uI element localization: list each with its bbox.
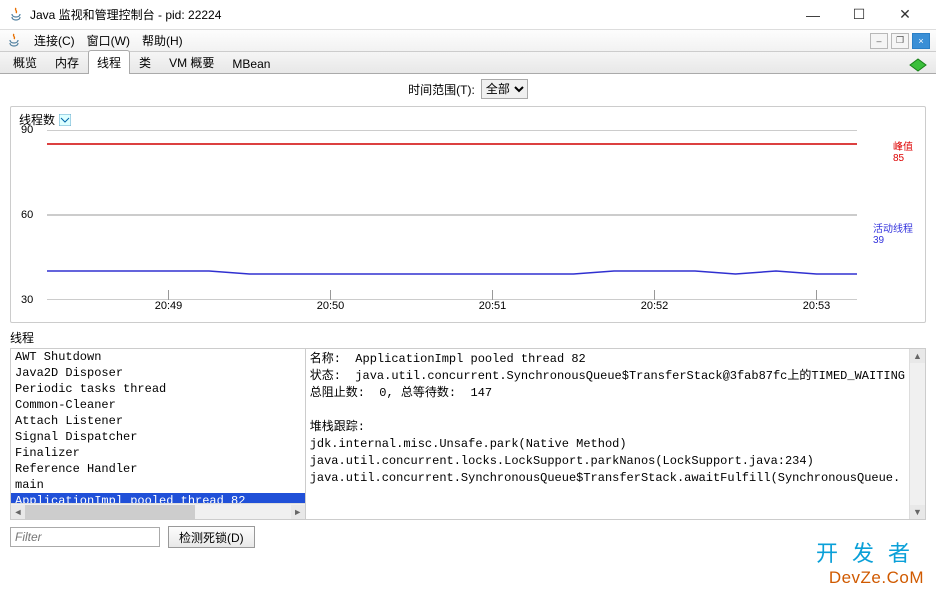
thread-detail-text: 名称: ApplicationImpl pooled thread 82 状态:… — [306, 349, 909, 519]
menu-window[interactable]: 窗口(W) — [81, 30, 136, 51]
java-icon — [8, 7, 24, 23]
time-range-label: 时间范围(T): — [408, 81, 475, 98]
refresh-icon[interactable] — [908, 57, 928, 73]
mdi-restore-button[interactable]: ❐ — [891, 33, 909, 49]
chart-xaxis: 20:49 20:50 20:51 20:52 20:53 — [47, 300, 857, 316]
filter-input[interactable] — [10, 527, 160, 547]
tab-threads[interactable]: 线程 — [88, 50, 130, 74]
threads-chart-panel: 线程数 90 60 30 峰值 85 活动线程 39 — [10, 106, 926, 323]
tab-memory[interactable]: 内存 — [46, 50, 88, 74]
time-range-select[interactable]: 全部 — [481, 79, 528, 99]
tabbar: 概览 内存 线程 类 VM 概要 MBean — [0, 52, 936, 74]
thread-detail-panel: 名称: ApplicationImpl pooled thread 82 状态:… — [306, 349, 925, 519]
tab-overview[interactable]: 概览 — [4, 50, 46, 74]
maximize-button[interactable]: ☐ — [836, 0, 882, 30]
thread-list-item[interactable]: Finalizer — [11, 445, 305, 461]
legend-peak: 峰值 85 — [893, 138, 913, 164]
ytick: 60 — [21, 209, 33, 221]
java-icon — [6, 33, 22, 49]
close-button[interactable]: ✕ — [882, 0, 928, 30]
bottom-toolbar: 检测死锁(D) — [10, 526, 926, 548]
menu-connect[interactable]: 连接(C) — [28, 30, 81, 51]
mdi-minimize-button[interactable]: – — [870, 33, 888, 49]
scroll-left-icon[interactable]: ◄ — [11, 505, 25, 519]
minimize-button[interactable]: — — [790, 0, 836, 30]
scroll-right-icon[interactable]: ► — [291, 505, 305, 519]
thread-list-item[interactable]: main — [11, 477, 305, 493]
tab-classes[interactable]: 类 — [130, 50, 160, 74]
tab-vm[interactable]: VM 概要 — [160, 50, 223, 74]
thread-list-item[interactable]: Periodic tasks thread — [11, 381, 305, 397]
window-title: Java 监视和管理控制台 - pid: 22224 — [30, 6, 790, 23]
chart-svg — [47, 130, 857, 300]
ytick: 90 — [21, 124, 33, 136]
threads-detail-split: AWT ShutdownJava2D DisposerPeriodic task… — [10, 348, 926, 520]
tab-mbean[interactable]: MBean — [223, 53, 279, 74]
thread-list-item[interactable]: Java2D Disposer — [11, 365, 305, 381]
mdi-close-button[interactable]: × — [912, 33, 930, 49]
chart-title-row: 线程数 — [19, 111, 917, 128]
thread-list[interactable]: AWT ShutdownJava2D DisposerPeriodic task… — [11, 349, 305, 503]
time-range-row: 时间范围(T): 全部 — [0, 74, 936, 104]
thread-list-item[interactable]: Common-Cleaner — [11, 397, 305, 413]
thread-list-item[interactable]: Attach Listener — [11, 413, 305, 429]
thread-list-item[interactable]: Signal Dispatcher — [11, 429, 305, 445]
legend-live: 活动线程 39 — [873, 220, 913, 246]
chart-plot-area: 90 60 30 峰值 85 活动线程 39 — [47, 130, 857, 300]
menu-help[interactable]: 帮助(H) — [136, 30, 189, 51]
titlebar: Java 监视和管理控制台 - pid: 22224 — ☐ ✕ — [0, 0, 936, 30]
thread-list-item[interactable]: Reference Handler — [11, 461, 305, 477]
scroll-down-icon[interactable]: ▼ — [910, 505, 925, 519]
collapse-icon[interactable] — [59, 114, 71, 126]
thread-list-item[interactable]: ApplicationImpl pooled thread 82 — [11, 493, 305, 503]
thread-list-hscrollbar[interactable]: ◄ ► — [11, 503, 305, 519]
thread-list-panel: AWT ShutdownJava2D DisposerPeriodic task… — [11, 349, 306, 519]
menubar: 连接(C) 窗口(W) 帮助(H) – ❐ × — [0, 30, 936, 52]
threads-section-label: 线程 — [10, 329, 926, 346]
thread-list-item[interactable]: AWT Shutdown — [11, 349, 305, 365]
detect-deadlock-button[interactable]: 检测死锁(D) — [168, 526, 255, 548]
thread-detail-vscrollbar[interactable]: ▲ ▼ — [909, 349, 925, 519]
ytick: 30 — [21, 294, 33, 306]
scroll-up-icon[interactable]: ▲ — [910, 349, 925, 363]
